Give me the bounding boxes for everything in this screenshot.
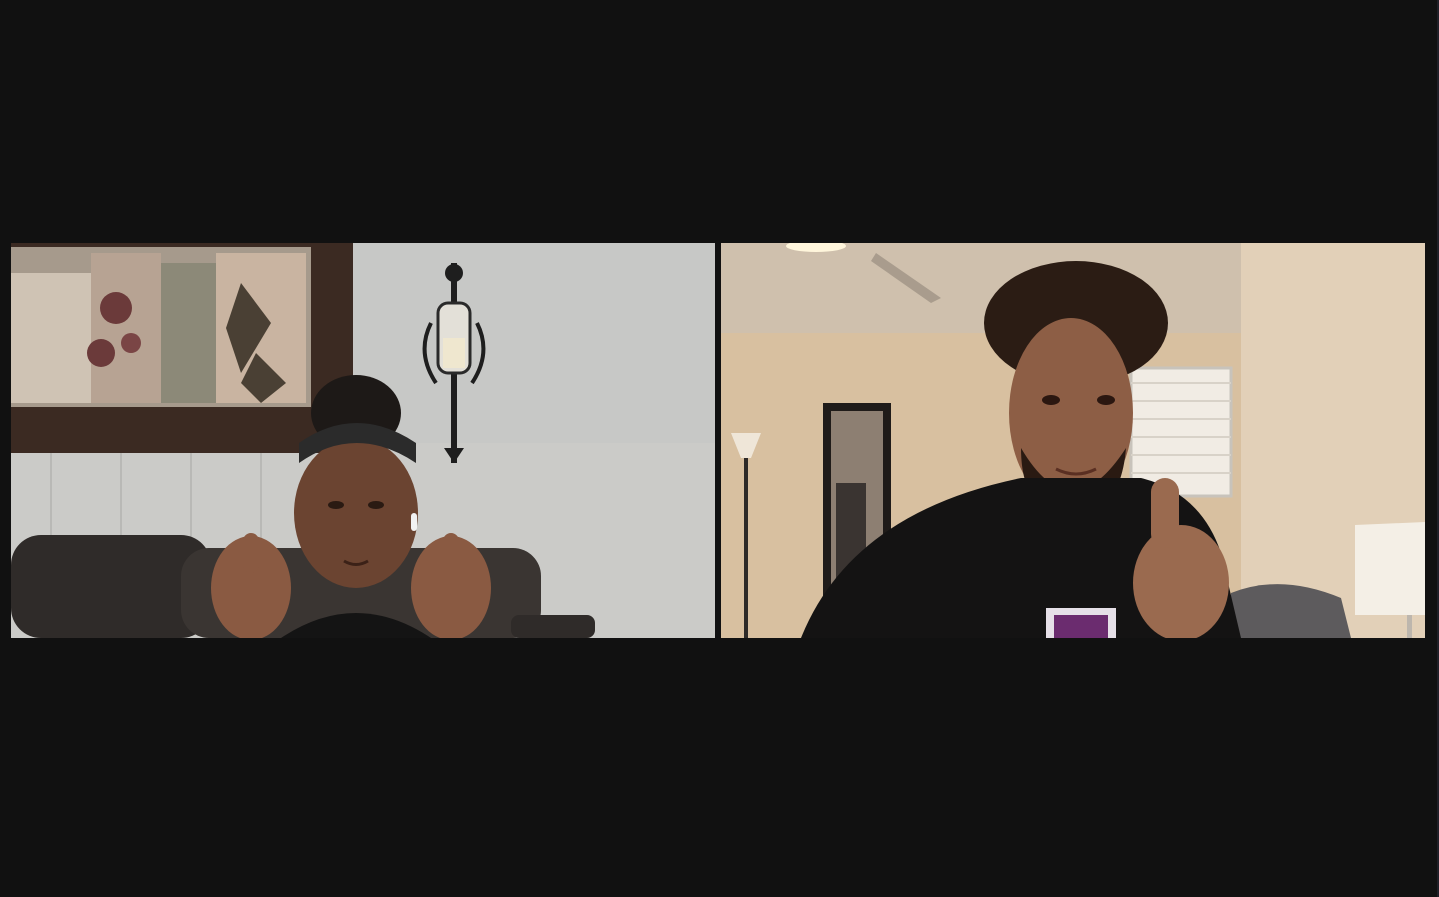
participant-2-video-feed (721, 243, 1425, 638)
window-blinds (1129, 366, 1233, 498)
participant-1-video-feed (11, 243, 715, 638)
meeting-window (0, 0, 1439, 897)
participant-video-tile[interactable] (721, 243, 1425, 638)
participant-video-tile[interactable] (11, 243, 715, 638)
framed-picture (11, 243, 353, 453)
